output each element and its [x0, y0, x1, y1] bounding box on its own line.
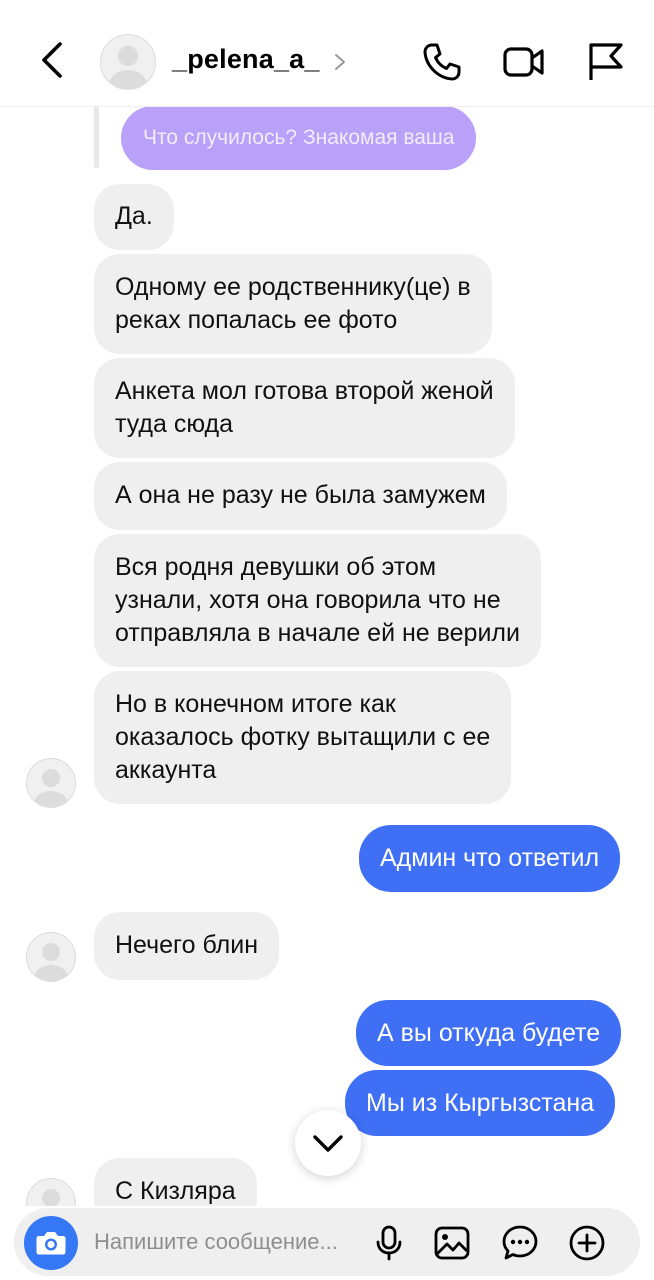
profile-avatar[interactable] [100, 34, 156, 90]
profile-username[interactable]: _pelena_a_ [172, 44, 320, 75]
message-bubble-incoming[interactable]: Да. [94, 184, 174, 250]
image-icon[interactable] [433, 1224, 471, 1262]
reply-indicator-bar [94, 106, 99, 168]
scroll-to-bottom-button[interactable] [295, 1110, 361, 1176]
sender-avatar[interactable] [26, 932, 76, 982]
default-avatar-icon [109, 46, 147, 89]
message-input[interactable]: Напишите сообщение... [94, 1229, 338, 1255]
sender-avatar[interactable] [26, 758, 76, 808]
replied-message-preview[interactable]: Что случилось? Знакомая ваша [121, 106, 477, 170]
chat-header: _pelena_a_ [0, 0, 654, 107]
chevron-left-icon [42, 42, 62, 78]
message-bubble-incoming[interactable]: Одному ее родственнику(це) в реках попал… [94, 254, 492, 354]
video-camera-icon[interactable] [502, 40, 546, 84]
message-thread[interactable]: Что случилось? Знакомая ваша Да. Одному … [0, 106, 654, 1206]
default-avatar-icon [34, 943, 68, 981]
chat-sticker-icon[interactable] [501, 1224, 539, 1262]
camera-button[interactable] [24, 1216, 78, 1270]
back-button[interactable] [36, 40, 72, 80]
plus-circle-icon[interactable] [568, 1224, 606, 1262]
microphone-icon[interactable] [370, 1224, 408, 1262]
message-bubble-outgoing[interactable]: Админ что ответил [359, 825, 621, 892]
default-avatar-icon [34, 769, 68, 807]
default-avatar-icon [42, 1189, 60, 1206]
message-bubble-incoming[interactable]: Вся родня девушки об этом узнали, хотя о… [94, 534, 541, 667]
flag-icon[interactable] [584, 40, 628, 84]
message-bubble-outgoing[interactable]: Мы из Кыргызстана [345, 1070, 616, 1136]
message-bubble-incoming[interactable]: Нечего блин [94, 912, 280, 980]
message-bubble-incoming[interactable]: Анкета мол готова второй женой туда сюда [94, 358, 515, 458]
chevron-down-icon [313, 1135, 343, 1152]
message-bubble-incoming[interactable]: Но в конечном итоге как оказалось фотку … [94, 671, 512, 804]
phone-icon[interactable] [420, 40, 464, 84]
message-bubble-outgoing[interactable]: А вы откуда будете [356, 1000, 622, 1066]
sender-avatar[interactable] [26, 1178, 76, 1206]
chevron-right-icon[interactable] [333, 52, 347, 72]
message-bubble-incoming[interactable]: А она не разу не была замужем [94, 462, 507, 530]
message-composer: Напишите сообщение... [14, 1208, 640, 1276]
message-bubble-incoming[interactable]: С Кизляра [94, 1158, 257, 1206]
camera-icon [36, 1232, 66, 1255]
